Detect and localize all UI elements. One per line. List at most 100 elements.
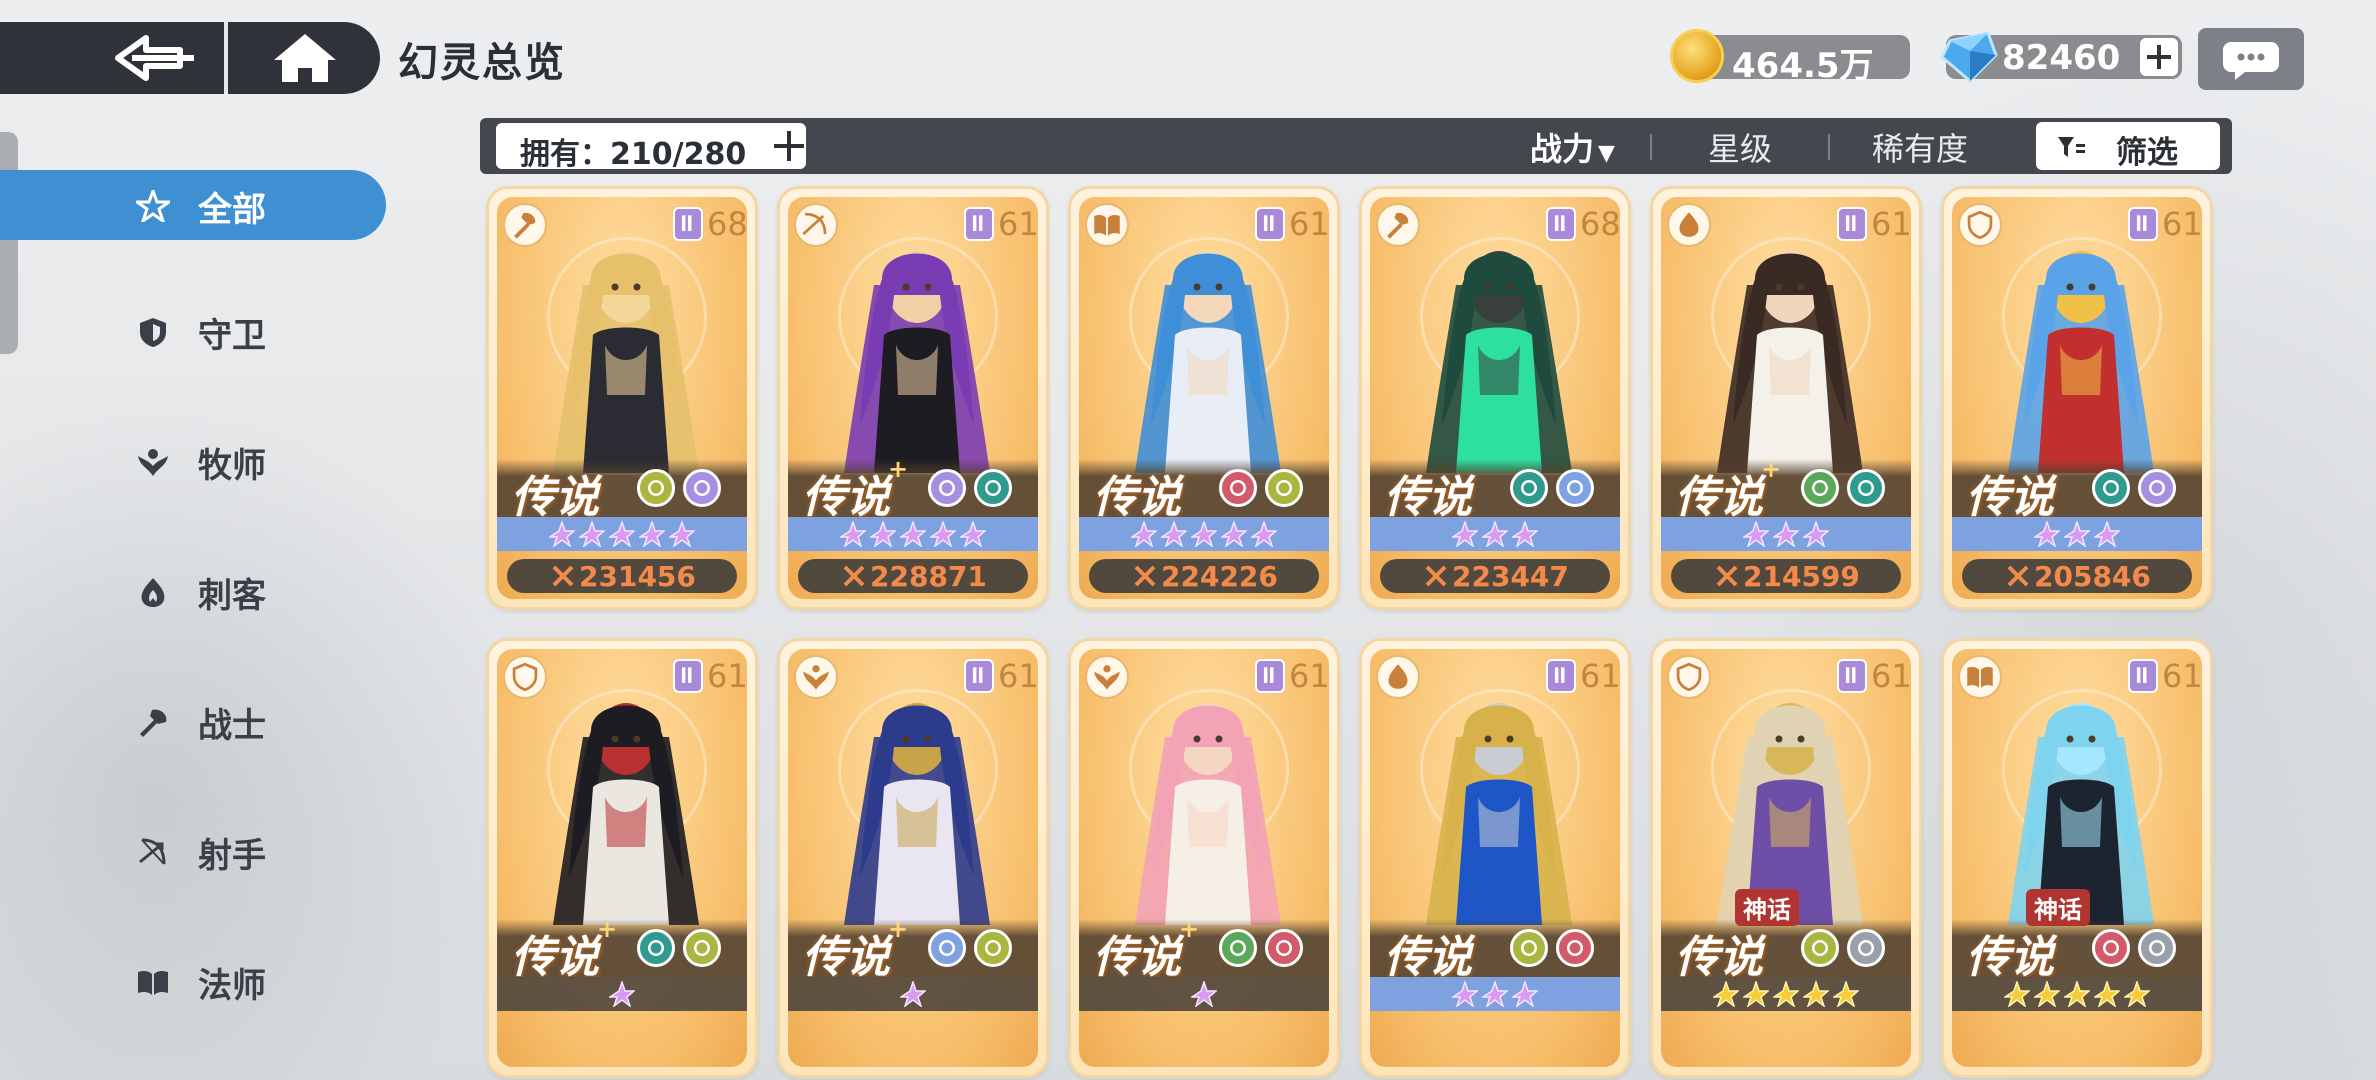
element-icon [1801,929,1839,967]
hero-card[interactable]: 61 传说 +228871 [777,186,1049,610]
power-value: 205846 [2034,560,2151,593]
star-icon [1711,979,1741,1009]
hero-card[interactable]: 68 传说 223447 [1359,186,1631,610]
assassin-class-icon [1376,655,1420,699]
level-badge-icon [1546,659,1576,693]
hero-card[interactable]: 68 传说 231456 [486,186,758,610]
mage-class-icon [1958,655,2002,699]
hero-portrait-frame: 68 传说 231456 [497,197,747,599]
hero-level: 68 [707,205,747,243]
assassin-class-icon [1667,203,1711,247]
hero-card[interactable]: 61 传说 神话 [1941,638,2213,1078]
power-value: 224226 [1161,560,1278,593]
hero-portrait [1988,677,2174,925]
sidebar-item-4[interactable]: 战士 [0,686,386,756]
hero-card[interactable]: 61 传说 +214599 [1650,186,1922,610]
sidebar-item-6[interactable]: 法师 [0,946,386,1016]
rarity-label: 传说 [1966,472,2054,523]
hero-card[interactable]: 61 传说 224226 [1068,186,1340,610]
rarity-plus-icon: + [597,915,618,943]
diamond-resource: 82460 [1940,31,2182,83]
power-bar: 228871 [798,559,1028,593]
rarity-label: 传说 [511,472,599,523]
star-icon [2092,519,2122,549]
element-icon [1265,469,1303,507]
hero-portrait [1697,225,1883,473]
star-icon [928,519,958,549]
hero-portrait [824,225,1010,473]
star-icon [1159,519,1189,549]
rarity-label: 传说 [1384,472,1472,523]
rarity-label: 传说 [1675,472,1763,523]
star-icon [838,519,868,549]
hero-portrait-frame: 61 传说 神话 [1661,649,1911,1067]
divider [1828,134,1830,160]
archer-class-icon [794,203,838,247]
level-badge-icon [673,207,703,241]
sidebar-item-3[interactable]: 刺客 [0,556,386,626]
star-rating [788,977,1038,1011]
hero-card[interactable]: 61 传说 + [486,638,758,1078]
star-rating [1079,977,1329,1011]
element-icon [1265,929,1303,967]
star-icon [577,519,607,549]
sidebar-item-label: 守卫 [198,316,266,356]
sidebar-item-1[interactable]: 守卫 [0,296,386,366]
star-rating [497,977,747,1011]
element-icon [1847,469,1885,507]
hero-portrait-frame: 61 传说 +214599 [1661,197,1911,599]
gold-coin-icon [1670,29,1724,83]
rarity-label: 传说 [511,932,599,983]
mage-book-icon [136,966,170,998]
owned-count-box[interactable]: 拥有：210/280 [496,123,806,172]
element-icon [1847,929,1885,967]
assassin-flame-icon [136,576,170,608]
star-icon [1801,519,1831,549]
star-icon [1771,519,1801,549]
star-icon [1189,979,1219,1009]
sidebar-item-2[interactable]: 牧师 [0,426,386,496]
back-button[interactable] [110,32,200,84]
crossed-swords-icon [1424,564,1448,588]
sort-power-tab[interactable]: 战力 ▼ [1530,124,1615,170]
element-icon [1556,469,1594,507]
sidebar-item-label: 射手 [198,836,266,876]
filter-label: 筛选 [2116,135,2178,171]
priest-wing-icon [136,446,170,478]
hero-portrait-frame: 61 传说 + [788,649,1038,1067]
sidebar-item-label: 刺客 [198,576,266,616]
rarity-label: 传说 [1093,472,1181,523]
power-bar: 223447 [1380,559,1610,593]
hero-portrait [824,677,1010,925]
rarity-plus-icon: + [1761,455,1782,483]
crossed-swords-icon [1715,564,1739,588]
add-diamond-button[interactable] [2140,38,2178,76]
hero-card[interactable]: 61 传说 神话 [1650,638,1922,1078]
sidebar-item-5[interactable]: 射手 [0,816,386,886]
star-icon [667,519,697,549]
shield-icon [136,316,170,348]
all-star-icon [132,186,174,225]
star-rating [1952,517,2202,551]
warrior-class-icon [503,203,547,247]
diamond-icon [1940,31,1998,83]
hero-level: 61 [1580,657,1620,695]
mage-class-icon [1085,203,1129,247]
hero-portrait [1115,225,1301,473]
hero-card[interactable]: 61 传说 + [777,638,1049,1078]
sort-star-tab[interactable]: 星级 [1708,124,1772,170]
home-button[interactable] [270,32,340,84]
sidebar-item-label: 牧师 [198,446,266,486]
sort-rarity-tab[interactable]: 稀有度 [1872,124,1968,170]
sidebar-item-0[interactable]: 全部 [0,170,386,240]
hero-level: 61 [1289,205,1329,243]
myth-badge: 神话 [1735,889,1799,926]
hero-level: 61 [707,657,747,695]
chat-button[interactable] [2198,28,2304,90]
filter-button[interactable]: 筛选 [2036,122,2220,171]
hero-card[interactable]: 61 传说 205846 [1941,186,2213,610]
power-value: 223447 [1452,560,1569,593]
hero-card[interactable]: 61 传说 + [1068,638,1340,1078]
priest-class-icon [1085,655,1129,699]
hero-card[interactable]: 61 传说 [1359,638,1631,1078]
